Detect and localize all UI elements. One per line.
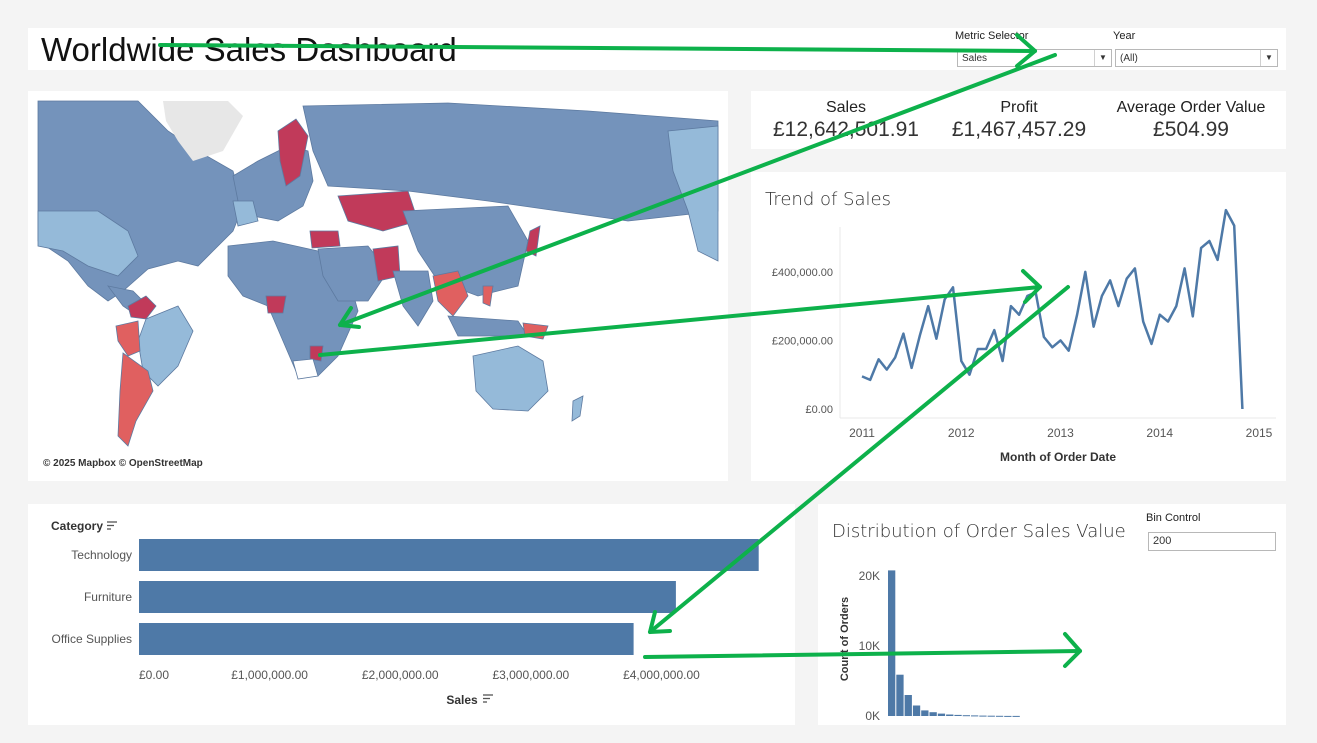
histogram-bar[interactable] bbox=[987, 715, 995, 717]
distribution-chart[interactable]: 20K 10K 0K Count of Orders bbox=[818, 504, 1286, 725]
category-x-tick-label: £3,000,000.00 bbox=[492, 668, 569, 682]
trend-series-line[interactable] bbox=[861, 208, 1244, 410]
kpi-label: Profit bbox=[1000, 99, 1038, 116]
chevron-down-icon: ▼ bbox=[1094, 50, 1111, 66]
category-x-axis-label: Sales bbox=[446, 693, 478, 707]
kpi-value: £1,467,457.29 bbox=[951, 118, 1087, 141]
map-new-guinea bbox=[522, 322, 549, 340]
trend-x-axis-label: Month of Order Date bbox=[1000, 450, 1116, 464]
histogram-bar[interactable] bbox=[904, 695, 912, 716]
category-label: Technology bbox=[71, 548, 132, 562]
sort-icon[interactable] bbox=[107, 521, 117, 530]
trend-y-tick-label: £400,000.00 bbox=[772, 267, 833, 279]
trend-x-tick-label: 2011 bbox=[849, 426, 875, 440]
histogram-bar[interactable] bbox=[946, 714, 954, 717]
category-x-tick-label: £0.00 bbox=[139, 668, 169, 682]
category-x-tick-label: £1,000,000.00 bbox=[231, 668, 308, 682]
world-map[interactable] bbox=[28, 91, 728, 481]
trend-x-tick-label: 2012 bbox=[948, 426, 975, 440]
category-chart[interactable]: Category Technology Furniture Office Suppl… bbox=[28, 504, 795, 725]
histogram-bar[interactable] bbox=[979, 715, 987, 717]
kpi-average-order-value: Average Order Value £504.99 bbox=[1106, 99, 1276, 142]
distribution-panel: Distribution of Order Sales Value Bin Co… bbox=[818, 504, 1286, 725]
category-label: Furniture bbox=[84, 590, 132, 604]
map-credit: © 2025 Mapbox © OpenStreetMap bbox=[43, 458, 203, 469]
sort-icon[interactable] bbox=[483, 694, 493, 703]
trend-x-tick-label: 2014 bbox=[1146, 426, 1173, 440]
world-map-panel[interactable]: © 2025 Mapbox © OpenStreetMap bbox=[28, 91, 728, 481]
chevron-down-icon: ▼ bbox=[1260, 50, 1277, 66]
category-panel: Category Technology Furniture Office Suppl… bbox=[28, 504, 795, 725]
metric-selector-label: Metric Selector bbox=[955, 30, 1029, 42]
category-x-tick-label: £4,000,000.00 bbox=[623, 668, 700, 682]
year-label: Year bbox=[1113, 30, 1136, 42]
title-bar: Worldwide Sales Dashboard Metric Selecto… bbox=[28, 28, 1286, 70]
trend-x-tick-label: 2013 bbox=[1047, 426, 1074, 440]
distribution-y-tick-label: 20K bbox=[859, 569, 880, 583]
trend-y-tick-label: £0.00 bbox=[805, 404, 833, 416]
trend-panel: Trend of Sales £400,000.00 £200,000.00 £0.… bbox=[751, 172, 1286, 481]
distribution-y-axis-label: Count of Orders bbox=[839, 597, 851, 681]
metric-selector-dropdown[interactable]: Sales ▼ bbox=[957, 49, 1112, 67]
histogram-bar[interactable] bbox=[971, 715, 979, 717]
kpi-profit: Profit £1,467,457.29 bbox=[934, 99, 1104, 142]
kpi-label: Average Order Value bbox=[1116, 99, 1266, 116]
category-header: Category bbox=[51, 519, 103, 533]
category-label: Office Supplies bbox=[52, 632, 133, 646]
category-bar[interactable] bbox=[139, 539, 759, 571]
kpi-strip: Sales £12,642,501.91 Profit £1,467,457.2… bbox=[751, 91, 1286, 149]
kpi-value: £12,642,501.91 bbox=[773, 118, 919, 141]
histogram-bar[interactable] bbox=[912, 705, 921, 717]
category-bar[interactable] bbox=[139, 581, 676, 613]
distribution-y-tick-label: 10K bbox=[859, 639, 880, 653]
year-dropdown[interactable]: (All) ▼ bbox=[1115, 49, 1278, 67]
histogram-bar[interactable] bbox=[921, 710, 929, 716]
histogram-bar[interactable] bbox=[888, 570, 896, 716]
category-bar[interactable] bbox=[139, 623, 634, 655]
map-turkey bbox=[309, 230, 341, 249]
map-africa-highlight-1 bbox=[265, 295, 287, 314]
histogram-bar[interactable] bbox=[929, 712, 937, 716]
kpi-sales: Sales £12,642,501.91 bbox=[761, 99, 931, 142]
histogram-bar[interactable] bbox=[995, 715, 1004, 717]
dashboard-title: Worldwide Sales Dashboard bbox=[41, 31, 457, 68]
histogram-bar[interactable] bbox=[962, 715, 970, 717]
histogram-bar[interactable] bbox=[954, 714, 962, 716]
year-value: (All) bbox=[1120, 53, 1138, 64]
distribution-y-tick-label: 0K bbox=[865, 709, 880, 723]
trend-y-tick-label: £200,000.00 bbox=[772, 335, 833, 347]
histogram-bar[interactable] bbox=[1012, 715, 1020, 717]
kpi-value: £504.99 bbox=[1153, 118, 1229, 141]
histogram-bar[interactable] bbox=[1004, 715, 1012, 717]
metric-selector-value: Sales bbox=[962, 53, 988, 64]
trend-x-tick-label: 2015 bbox=[1246, 426, 1273, 440]
trend-chart[interactable]: £400,000.00 £200,000.00 £0.00 2011 2012 2013… bbox=[751, 172, 1286, 481]
category-x-tick-label: £2,000,000.00 bbox=[362, 668, 439, 682]
kpi-label: Sales bbox=[825, 99, 867, 116]
histogram-bar[interactable] bbox=[896, 674, 904, 716]
histogram-bar[interactable] bbox=[937, 713, 946, 716]
